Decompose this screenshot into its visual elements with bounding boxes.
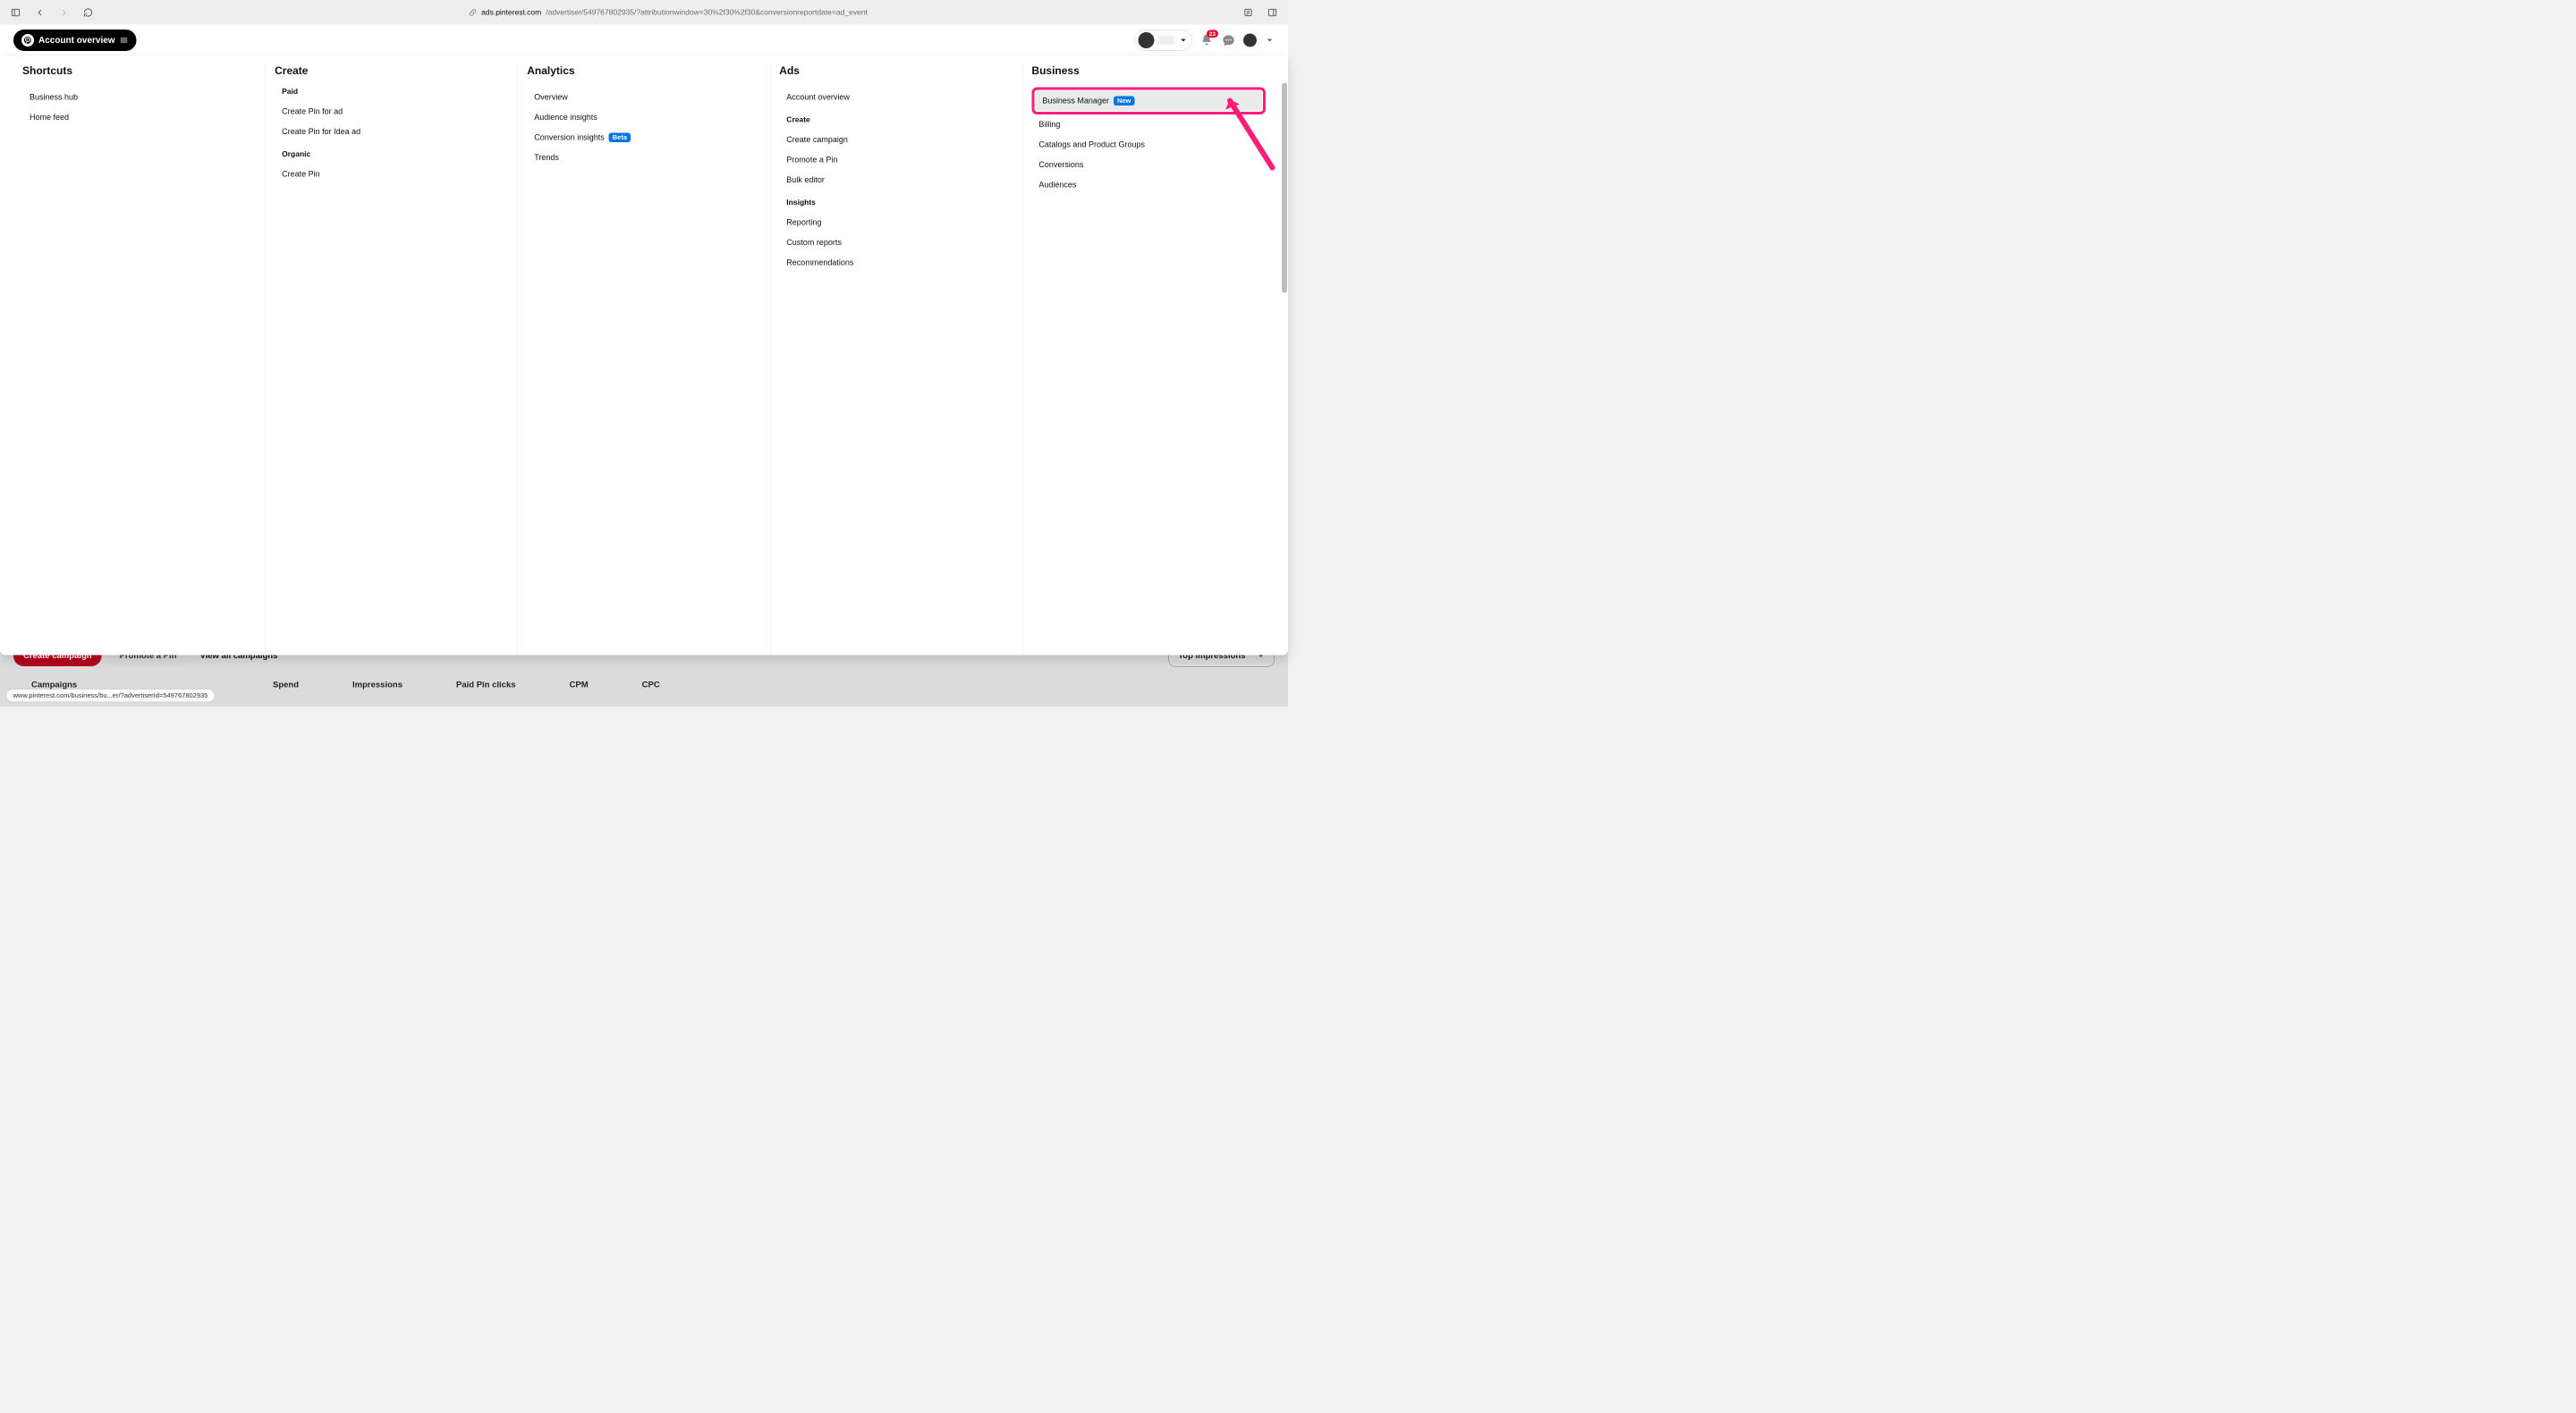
url-domain: ads.pinterest.com [481, 8, 541, 17]
ads-heading: Ads [779, 65, 1013, 78]
ads-create-subhead: Create [779, 115, 1013, 124]
status-bar-url: www.pinterest.com/business/bu...er/?adve… [6, 690, 215, 703]
ads-item-recommendations[interactable]: Recommendations [779, 253, 1013, 274]
ads-item-account-overview[interactable]: Account overview [779, 88, 1013, 108]
col-create: Create Paid Create Pin for ad Create Pin… [266, 65, 518, 656]
table-header: Campaigns Spend Impressions Paid Pin cli… [13, 667, 1275, 690]
create-paid-subhead: Paid [275, 88, 509, 97]
col-clicks: Paid Pin clicks [456, 681, 516, 690]
pinterest-logo-icon [21, 34, 34, 47]
sidebar-toggle-icon[interactable] [9, 5, 22, 19]
analytics-item-conversion-insights[interactable]: Conversion insights Beta [527, 128, 761, 148]
reload-icon[interactable] [81, 5, 95, 19]
col-analytics: Analytics Overview Audience insights Con… [518, 65, 770, 656]
col-shortcuts: Shortcuts Business hub Home feed [13, 65, 266, 656]
app-header: Account overview 23 [0, 25, 1288, 56]
create-item-pin-for-idea-ad[interactable]: Create Pin for Idea ad [275, 122, 509, 142]
col-spend: Spend [273, 681, 299, 690]
shortcuts-item-business-hub[interactable]: Business hub [22, 88, 257, 108]
hamburger-icon [120, 36, 129, 45]
ads-item-custom-reports[interactable]: Custom reports [779, 233, 1013, 253]
business-item-audiences[interactable]: Audiences [1031, 175, 1266, 196]
profile-avatar[interactable] [1243, 34, 1257, 47]
ads-item-create-campaign[interactable]: Create campaign [779, 130, 1013, 150]
link-icon [469, 8, 477, 16]
account-overview-menu-button[interactable]: Account overview [13, 30, 137, 51]
col-impressions: Impressions [352, 681, 402, 690]
item-label: Business Manager [1042, 97, 1109, 106]
chat-icon [1222, 34, 1235, 47]
col-business: Business Business Manager New Billing Ca… [1022, 65, 1275, 656]
col-cpm: CPM [570, 681, 589, 690]
beta-badge: Beta [609, 133, 631, 143]
back-icon[interactable] [33, 5, 47, 19]
analytics-heading: Analytics [527, 65, 761, 78]
item-label: Conversion insights [534, 133, 605, 143]
create-heading: Create [275, 65, 509, 78]
business-heading: Business [1031, 65, 1266, 78]
create-organic-subhead: Organic [275, 150, 509, 159]
shortcuts-item-home-feed[interactable]: Home feed [22, 107, 257, 128]
notif-badge: 23 [1207, 30, 1218, 38]
chevron-down-icon[interactable] [1265, 36, 1275, 46]
ads-item-reporting[interactable]: Reporting [779, 213, 1013, 233]
analytics-item-trends[interactable]: Trends [527, 148, 761, 168]
messages-button[interactable] [1222, 34, 1235, 47]
reader-icon[interactable] [1241, 5, 1255, 19]
url-path: /advertiser/549767802935/?attributionwin… [546, 8, 868, 17]
panels-icon[interactable] [1266, 5, 1279, 19]
account-switcher[interactable] [1134, 30, 1192, 51]
page-body: Account overview 23 Create campaign Prom… [0, 25, 1288, 707]
account-pill-label: Account overview [38, 35, 115, 46]
forward-icon[interactable] [57, 5, 71, 19]
create-item-pin[interactable]: Create Pin [275, 165, 509, 185]
ads-item-bulk-editor[interactable]: Bulk editor [779, 170, 1013, 190]
mega-menu: Shortcuts Business hub Home feed Create … [0, 56, 1288, 656]
col-cpc: CPC [642, 681, 660, 690]
address-bar[interactable]: ads.pinterest.com/advertiser/54976780293… [469, 8, 868, 17]
notifications-button[interactable]: 23 [1200, 34, 1214, 47]
chevron-down-icon [1179, 36, 1189, 46]
avatar [1139, 32, 1155, 48]
col-ads: Ads Account overview Create Create campa… [770, 65, 1022, 656]
shortcuts-heading: Shortcuts [22, 65, 257, 78]
ads-item-promote-pin[interactable]: Promote a Pin [779, 150, 1013, 171]
analytics-item-audience-insights[interactable]: Audience insights [527, 107, 761, 128]
scrollbar[interactable] [1282, 83, 1287, 293]
create-item-pin-for-ad[interactable]: Create Pin for ad [275, 102, 509, 123]
analytics-item-overview[interactable]: Overview [527, 88, 761, 108]
ads-insights-subhead: Insights [779, 199, 1013, 207]
annotation-arrow-icon [1221, 92, 1279, 173]
account-name-redacted [1158, 36, 1175, 45]
new-badge: New [1114, 97, 1134, 106]
browser-toolbar: ads.pinterest.com/advertiser/54976780293… [0, 0, 1288, 25]
